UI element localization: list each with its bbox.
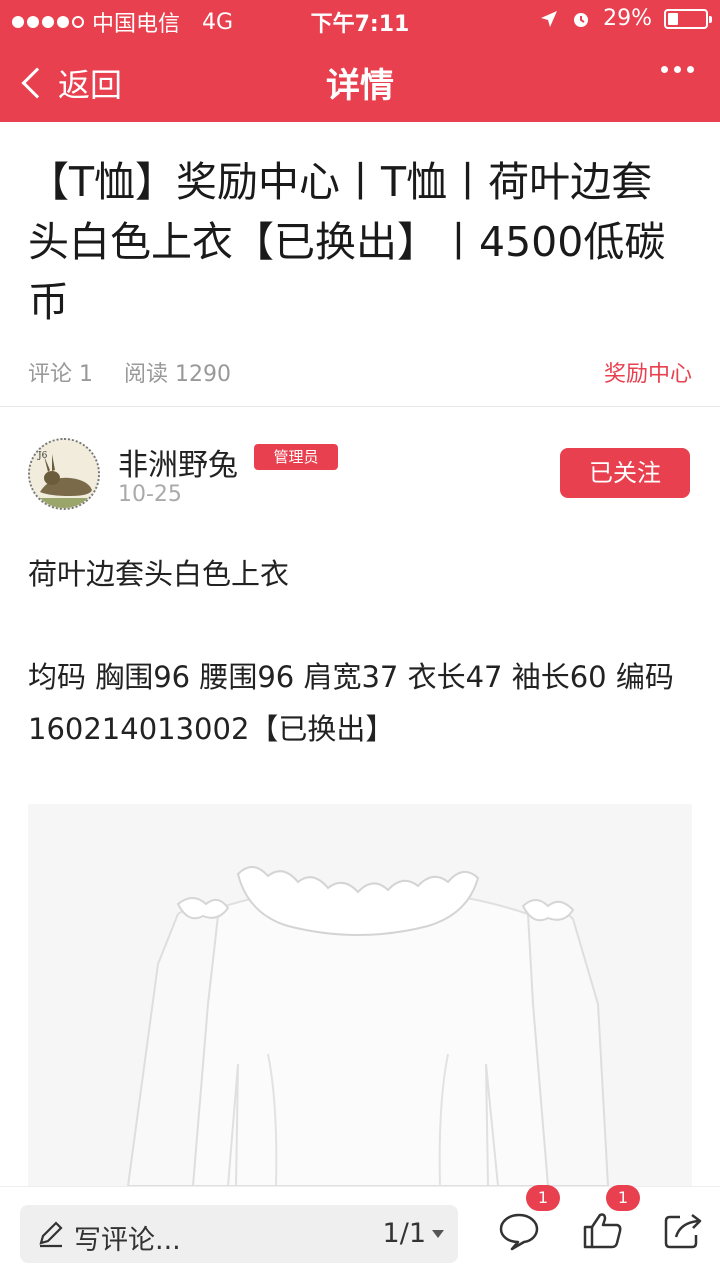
bottom-toolbar: 写评论... 1/1 1 1 [0,1185,720,1280]
share-button[interactable] [660,1207,710,1257]
read-count-stat: 阅读 1290 [124,362,231,387]
page-indicator: 1/1 [382,1218,426,1249]
comment-placeholder: 写评论... [74,1225,181,1256]
comment-bubble-icon [499,1213,539,1251]
header-bar: 中国电信 4G 下午7:11 29% 返回 详情 [0,0,720,122]
category-link[interactable]: 奖励中心 [604,356,692,388]
caret-down-icon [432,1229,444,1238]
author-name[interactable]: 非洲野兔 [118,440,238,484]
comment-input[interactable]: 写评论... 1/1 [20,1205,458,1263]
status-bar: 中国电信 4G 下午7:11 29% [0,0,720,40]
author-avatar[interactable]: J6 [28,438,100,510]
article-meta: 评论 1 阅读 1290 奖励中心 [28,356,692,388]
page-selector[interactable]: 1/1 [383,1218,444,1249]
article-title: 【T恤】奖励中心丨T恤丨荷叶边套头白色上衣【已换出】丨4500低碳币 [28,158,666,326]
article-stats: 评论 1 阅读 1290 [28,356,692,388]
post-date: 10-25 [118,482,182,507]
battery-percent: 29% [603,6,652,31]
alarm-icon [574,12,589,27]
status-right: 29% [539,6,712,31]
nav-bar: 返回 详情 [0,40,720,122]
page-title: 详情 [326,66,394,106]
comment-count-stat: 评论 1 [28,362,93,387]
body-paragraph-specs: 均码 胸围96 腰围96 肩宽37 衣长47 袖长60 编码1602140130… [28,660,674,746]
body-paragraph: 荷叶边套头白色上衣 [28,557,290,591]
thumbs-up-icon [583,1213,622,1249]
like-button[interactable]: 1 [580,1185,640,1257]
blouse-image [28,804,692,1186]
svg-text:J6: J6 [37,451,48,461]
more-options-icon[interactable] [661,66,694,73]
pencil-icon [39,1221,63,1248]
divider [0,406,720,407]
location-icon [541,10,558,27]
follow-button[interactable]: 已关注 [560,448,690,498]
comments-button[interactable]: 1 [496,1185,560,1257]
product-image[interactable] [28,804,692,1186]
comment-count-badge: 1 [526,1185,560,1211]
like-count-badge: 1 [606,1185,640,1211]
admin-badge: 管理员 [254,444,338,470]
share-icon [664,1214,702,1249]
battery-icon [664,8,712,29]
rabbit-icon: J6 [30,440,98,508]
